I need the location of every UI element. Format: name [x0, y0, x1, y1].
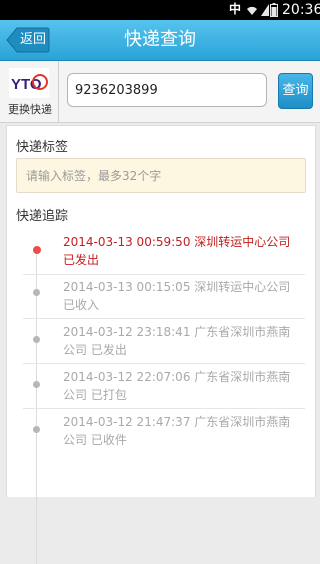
change-courier-label: 更换快递	[8, 103, 52, 116]
battery-icon	[270, 3, 278, 17]
query-button[interactable]: 查询	[278, 73, 313, 109]
timeline-dot	[33, 426, 40, 433]
entry-line1: 2014-03-12 21:47:37 广东省深圳市燕南	[63, 415, 291, 429]
entry-line1: 2014-03-12 23:18:41 广东省深圳市燕南	[63, 325, 291, 339]
divider	[23, 274, 305, 275]
entry-line2: 公司 已打包	[63, 388, 127, 402]
status-bar: 中 20:36	[0, 0, 320, 20]
tracking-entry: 2014-03-12 22:07:06 广东省深圳市燕南 公司 已打包	[63, 368, 313, 404]
divider	[23, 408, 305, 409]
clock: 20:36	[282, 2, 320, 18]
tracking-entry: 2014-03-12 23:18:41 广东省深圳市燕南 公司 已发出	[63, 323, 313, 359]
tracking-entry: 2014-03-12 21:47:37 广东省深圳市燕南 公司 已收件	[63, 413, 313, 449]
tracking-section-label: 快递追踪	[16, 209, 69, 224]
tag-section-label: 快递标签	[16, 140, 69, 155]
tracking-entry: 2014-03-13 00:15:05 深圳转运中心公司 已收入	[63, 278, 313, 314]
tag-input[interactable]: 请输入标签，最多32个字	[16, 158, 306, 193]
divider	[58, 61, 59, 122]
divider	[23, 318, 305, 319]
entry-line1: 2014-03-12 22:07:06 广东省深圳市燕南	[63, 370, 291, 384]
ime-indicator: 中	[228, 2, 241, 16]
timeline-dot	[33, 381, 40, 388]
wifi-icon	[247, 6, 257, 15]
back-button[interactable]: 返回	[6, 27, 50, 53]
divider	[23, 363, 305, 364]
signal-icon	[261, 4, 269, 16]
search-row: YTO 更换快递 查询	[0, 61, 320, 123]
entry-line1: 2014-03-13 00:59:50 深圳转运中心公司	[63, 235, 291, 249]
entry-line2: 公司 已收件	[63, 433, 127, 447]
tracking-entry: 2014-03-13 00:59:50 深圳转运中心公司 已发出	[63, 233, 313, 269]
tag-placeholder: 请输入标签，最多32个字	[26, 169, 162, 183]
change-courier-button[interactable]: YTO 更换快递	[2, 63, 56, 121]
timeline-dot	[33, 289, 40, 296]
title-bar: 返回 快递查询	[0, 20, 320, 61]
tracking-number-input[interactable]	[67, 73, 267, 107]
entry-line2: 公司 已发出	[63, 343, 127, 357]
timeline-dot	[33, 336, 40, 343]
content-card: 快递标签 请输入标签，最多32个字 快递追踪 2014-03-13 00:59:…	[6, 125, 316, 564]
logo-text: YTO	[11, 76, 42, 93]
yto-logo: YTO	[9, 68, 49, 98]
back-label: 返回	[19, 32, 46, 47]
page-title: 快递查询	[124, 29, 196, 50]
entry-line1: 2014-03-13 00:15:05 深圳转运中心公司	[63, 280, 291, 294]
entry-line2: 已发出	[63, 253, 100, 267]
timeline-dot	[33, 246, 41, 254]
entry-line2: 已收入	[63, 298, 100, 312]
